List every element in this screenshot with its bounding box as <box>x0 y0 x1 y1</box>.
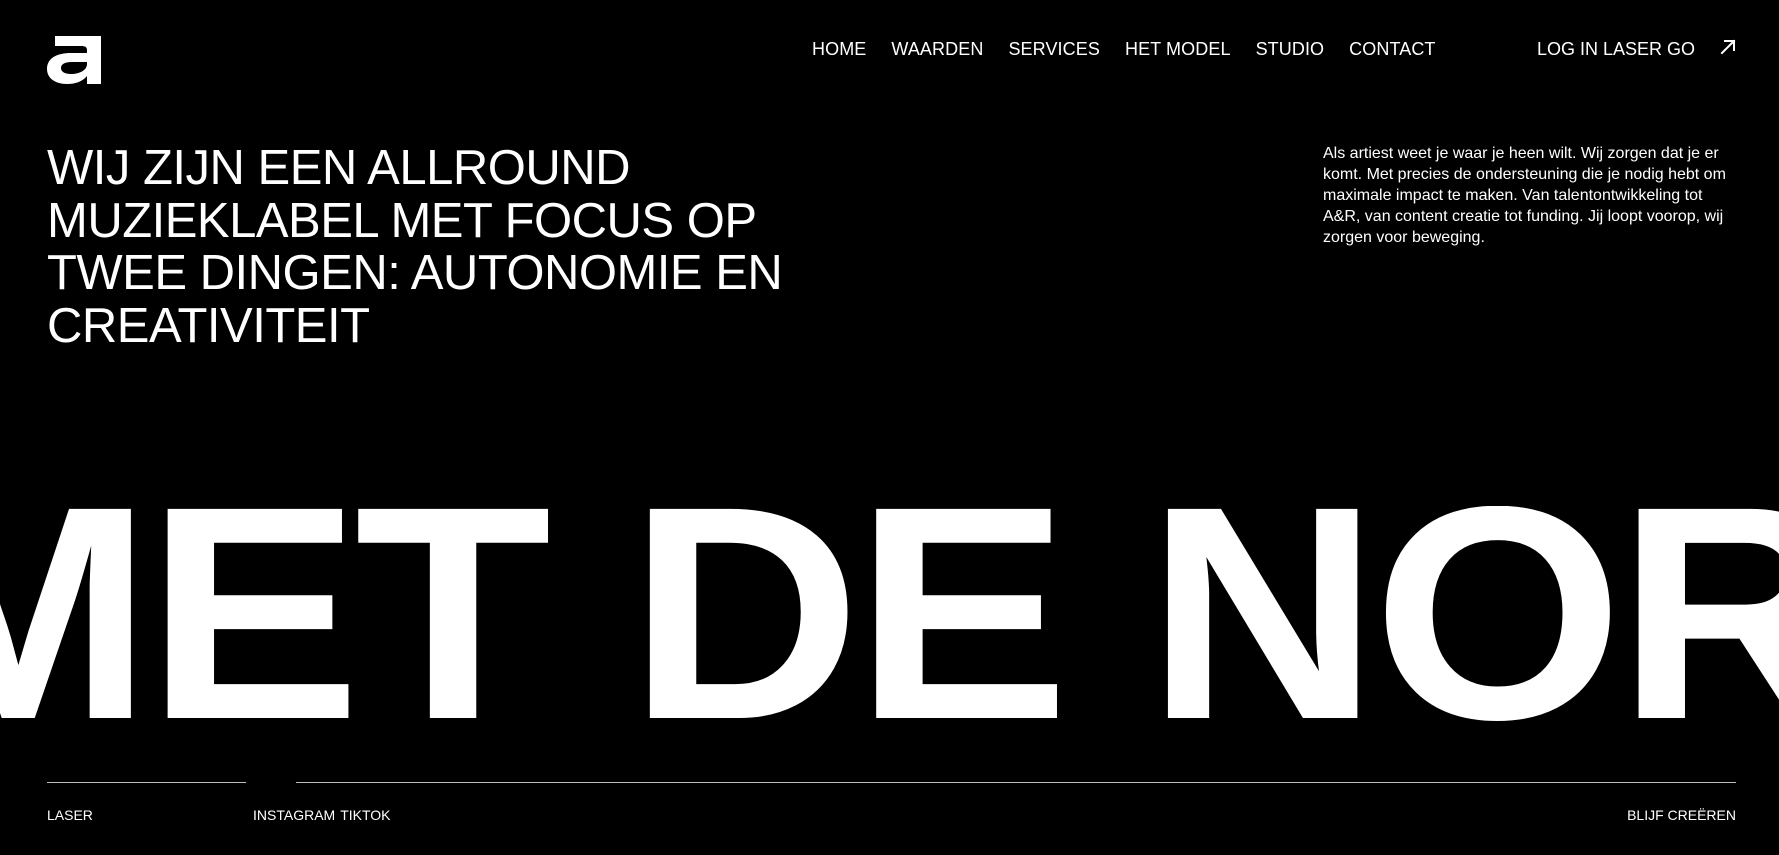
footer-brand: LASER <box>47 807 93 823</box>
nav-services[interactable]: SERVICES <box>1008 38 1100 60</box>
footer-social-links: INSTAGRAM TIKTOK <box>253 807 391 823</box>
hero-intro-text: Als artiest weet je waar je heen wilt. W… <box>1323 145 1726 246</box>
nav-contact[interactable]: CONTACT <box>1349 38 1435 60</box>
footer-tagline: BLIJF CREËREN <box>1627 807 1736 823</box>
instagram-link[interactable]: INSTAGRAM <box>253 807 335 823</box>
footer-divider-right <box>296 782 1736 783</box>
login-laser-go-link[interactable]: LOG IN LASER GO <box>1537 38 1695 60</box>
nav-home[interactable]: HOME <box>812 38 866 60</box>
tiktok-link[interactable]: TIKTOK <box>340 807 390 823</box>
main-nav: HOME WAARDEN SERVICES HET MODEL STUDIO C… <box>812 38 1461 60</box>
page: HOME WAARDEN SERVICES HET MODEL STUDIO C… <box>0 0 1779 855</box>
laser-logo-icon[interactable] <box>47 36 101 84</box>
nav-het-model[interactable]: HET MODEL <box>1125 38 1231 60</box>
marquee-banner: MET DE NOR <box>0 506 1779 746</box>
nav-studio[interactable]: STUDIO <box>1256 38 1325 60</box>
footer-divider-left <box>47 782 246 783</box>
nav-waarden[interactable]: WAARDEN <box>891 38 983 60</box>
marquee-text: MET DE NOR <box>0 506 1779 746</box>
arrow-up-right-icon[interactable] <box>1719 38 1737 56</box>
hero-headline: WIJ ZIJN EEN ALLROUND MUZIEKLABEL MET FO… <box>47 141 783 353</box>
